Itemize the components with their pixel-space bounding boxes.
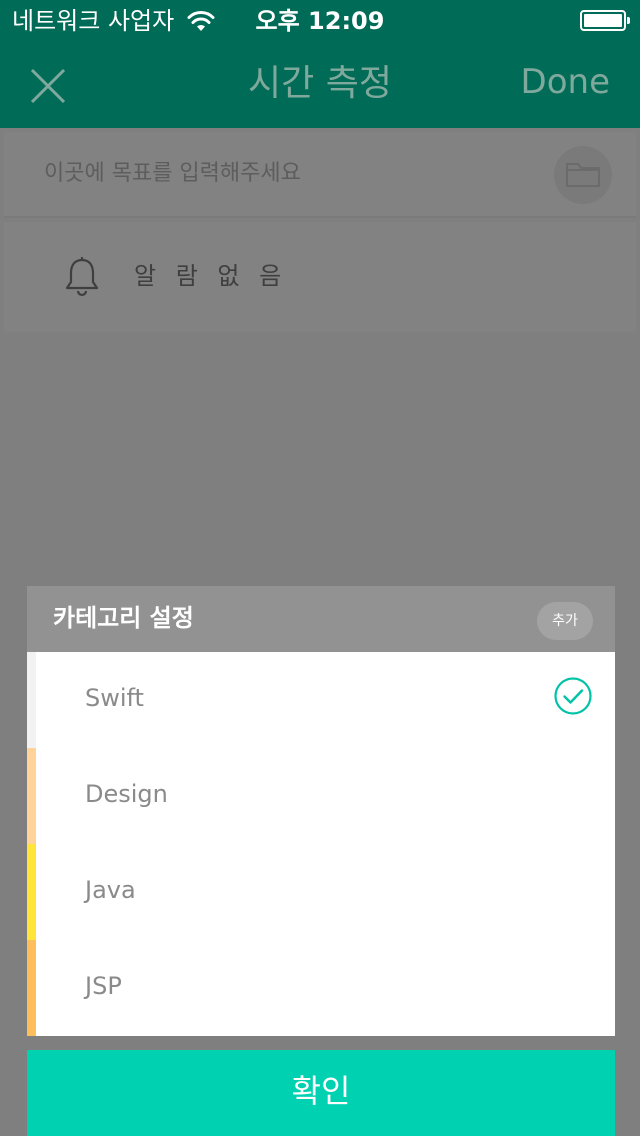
category-name: Swift (85, 684, 144, 712)
battery-tip (627, 17, 630, 24)
nav-bar: 시간 측정 Done (0, 40, 640, 128)
category-color-bar (27, 844, 36, 940)
folder-icon (566, 163, 600, 187)
folder-button[interactable] (554, 146, 612, 204)
goal-input-row[interactable]: 이곳에 목표를 입력해주세요 (4, 132, 636, 218)
category-color-bar (27, 748, 36, 844)
alarm-label: 알 람 없 음 (134, 262, 288, 290)
check-circle-icon (554, 677, 592, 715)
category-name: Design (85, 780, 168, 808)
battery-icon (580, 10, 630, 31)
goal-input-placeholder[interactable]: 이곳에 목표를 입력해주세요 (44, 159, 301, 189)
category-name: Java (85, 876, 136, 904)
category-item-java[interactable]: Java (27, 844, 615, 940)
status-bar: 네트워크 사업자 오후 12:09 (0, 0, 640, 40)
bell-icon (65, 257, 99, 297)
confirm-button[interactable]: 확인 (27, 1050, 615, 1136)
status-time: 오후 12:09 (255, 7, 385, 35)
modal-header: 카테고리 설정 추가 (27, 586, 615, 652)
category-item-swift[interactable]: Swift (27, 652, 615, 748)
category-color-bar (27, 940, 36, 1036)
add-category-button[interactable]: 추가 (537, 602, 593, 640)
category-item-design[interactable]: Design (27, 748, 615, 844)
category-color-bar (27, 652, 36, 748)
modal-title: 카테고리 설정 (53, 604, 194, 632)
category-name: JSP (85, 972, 122, 1000)
alarm-row[interactable]: 알 람 없 음 (4, 222, 636, 332)
category-item-jsp[interactable]: JSP (27, 940, 615, 1036)
done-button[interactable]: Done (521, 60, 610, 104)
battery-level (584, 14, 622, 27)
category-modal: 카테고리 설정 추가 Swift Design Java JSP 확인 (27, 586, 615, 1136)
category-list: Swift Design Java JSP (27, 652, 615, 1036)
